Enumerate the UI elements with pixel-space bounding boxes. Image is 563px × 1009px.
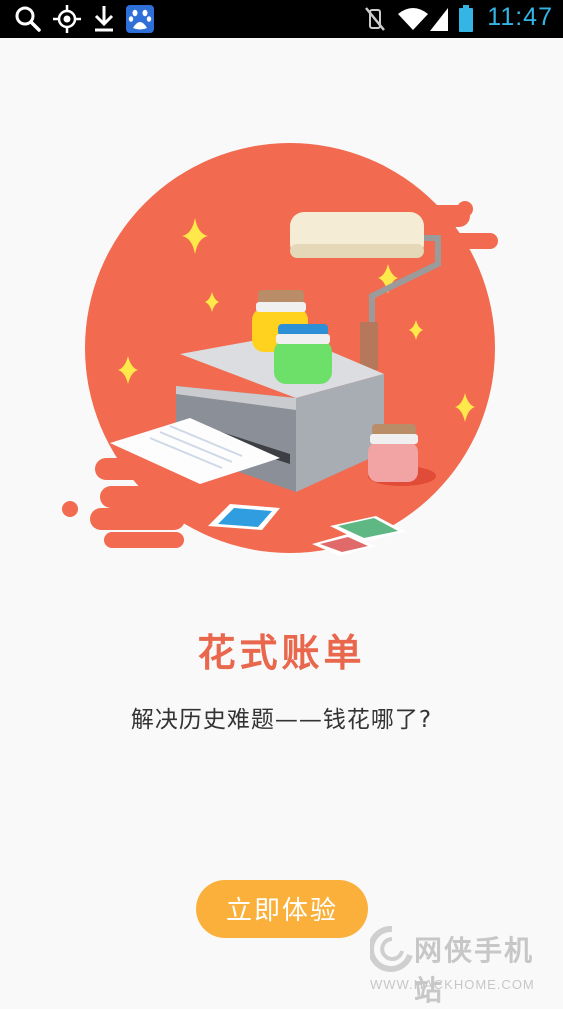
status-bar: 11:47 (0, 0, 563, 38)
baidu-app-icon (126, 5, 154, 33)
wifi-icon (398, 8, 428, 30)
battery-icon (459, 5, 473, 32)
watermark-logo-icon (370, 925, 413, 972)
green-paint-jar (274, 324, 332, 384)
status-clock: 11:47 (487, 3, 553, 31)
try-now-button[interactable]: 立即体验 (196, 880, 368, 938)
gps-icon (53, 5, 81, 33)
signal-icon (430, 8, 448, 31)
vibrate-icon (365, 7, 385, 31)
download-icon (94, 6, 114, 32)
search-icon (15, 6, 41, 32)
page-subtitle: 解决历史难题——钱花哪了? (130, 707, 433, 733)
watermark-name: 网侠手机站 (414, 934, 535, 1007)
printer-illustration (62, 143, 498, 556)
watermark: 网侠手机站 WWW.HACKHOME.COM (366, 925, 558, 1007)
watermark-url: WWW.HACKHOME.COM (370, 977, 535, 992)
page-title: 花式账单 (197, 631, 366, 675)
